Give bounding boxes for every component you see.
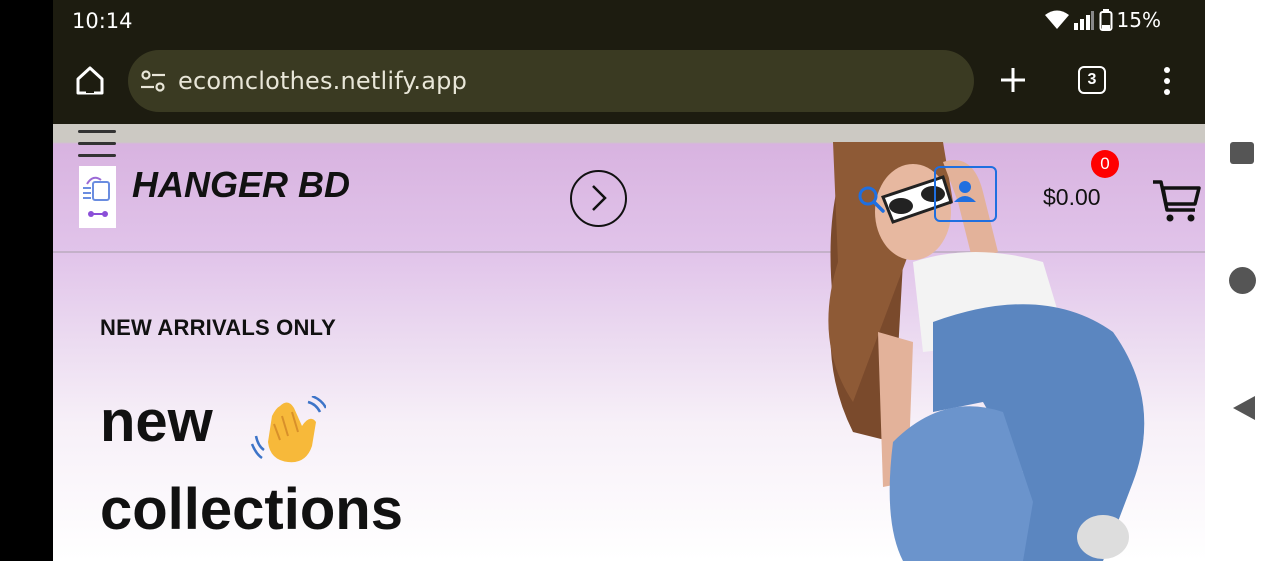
device-frame: 10:14 15% ecomclothes.netlify.app 3 HANG…: [0, 0, 1280, 561]
brand-logo[interactable]: [79, 166, 116, 228]
url-bar[interactable]: ecomclothes.netlify.app: [128, 50, 974, 112]
wifi-icon: [1044, 10, 1069, 29]
brand-name[interactable]: HANGER BD: [132, 164, 350, 206]
status-icons: 15%: [1044, 8, 1161, 32]
cart-total: $0.00: [1043, 184, 1101, 210]
hero-eyebrow: NEW ARRIVALS ONLY: [100, 315, 337, 340]
recent-apps-icon[interactable]: [1230, 142, 1254, 164]
home-icon[interactable]: [73, 63, 107, 97]
chevron-right-icon[interactable]: [570, 170, 627, 227]
battery-icon: [1099, 9, 1113, 31]
web-page: HANGER BD 0 $0.00 NEW ARRIVALS ONLY new …: [53, 124, 1205, 561]
system-nav-bar: [1205, 0, 1280, 561]
status-time: 10:14: [72, 9, 133, 33]
plus-icon[interactable]: [999, 66, 1027, 94]
browser-chrome: 10:14 15% ecomclothes.netlify.app 3: [53, 0, 1205, 124]
battery-percent: 15%: [1116, 8, 1161, 32]
phone-screen: 10:14 15% ecomclothes.netlify.app 3 HANG…: [53, 0, 1205, 561]
hero-headline-line1: new: [100, 389, 213, 454]
tabs-button[interactable]: 3: [1078, 66, 1106, 94]
user-icon: [954, 181, 976, 202]
waving-hand-icon: [250, 396, 326, 463]
cart-icon[interactable]: [1151, 178, 1201, 224]
cart-count-badge: 0: [1091, 150, 1119, 178]
account-button[interactable]: [934, 166, 997, 222]
more-vert-icon[interactable]: [1158, 66, 1176, 96]
hero-headline-line2: collections: [100, 477, 403, 542]
back-icon[interactable]: [1231, 394, 1257, 422]
hamburger-icon[interactable]: [78, 128, 116, 158]
tune-icon[interactable]: [140, 69, 166, 93]
signal-icon: [1073, 11, 1094, 30]
home-circle-icon[interactable]: [1229, 267, 1256, 294]
url-text[interactable]: ecomclothes.netlify.app: [178, 67, 467, 95]
search-icon[interactable]: [856, 184, 886, 214]
